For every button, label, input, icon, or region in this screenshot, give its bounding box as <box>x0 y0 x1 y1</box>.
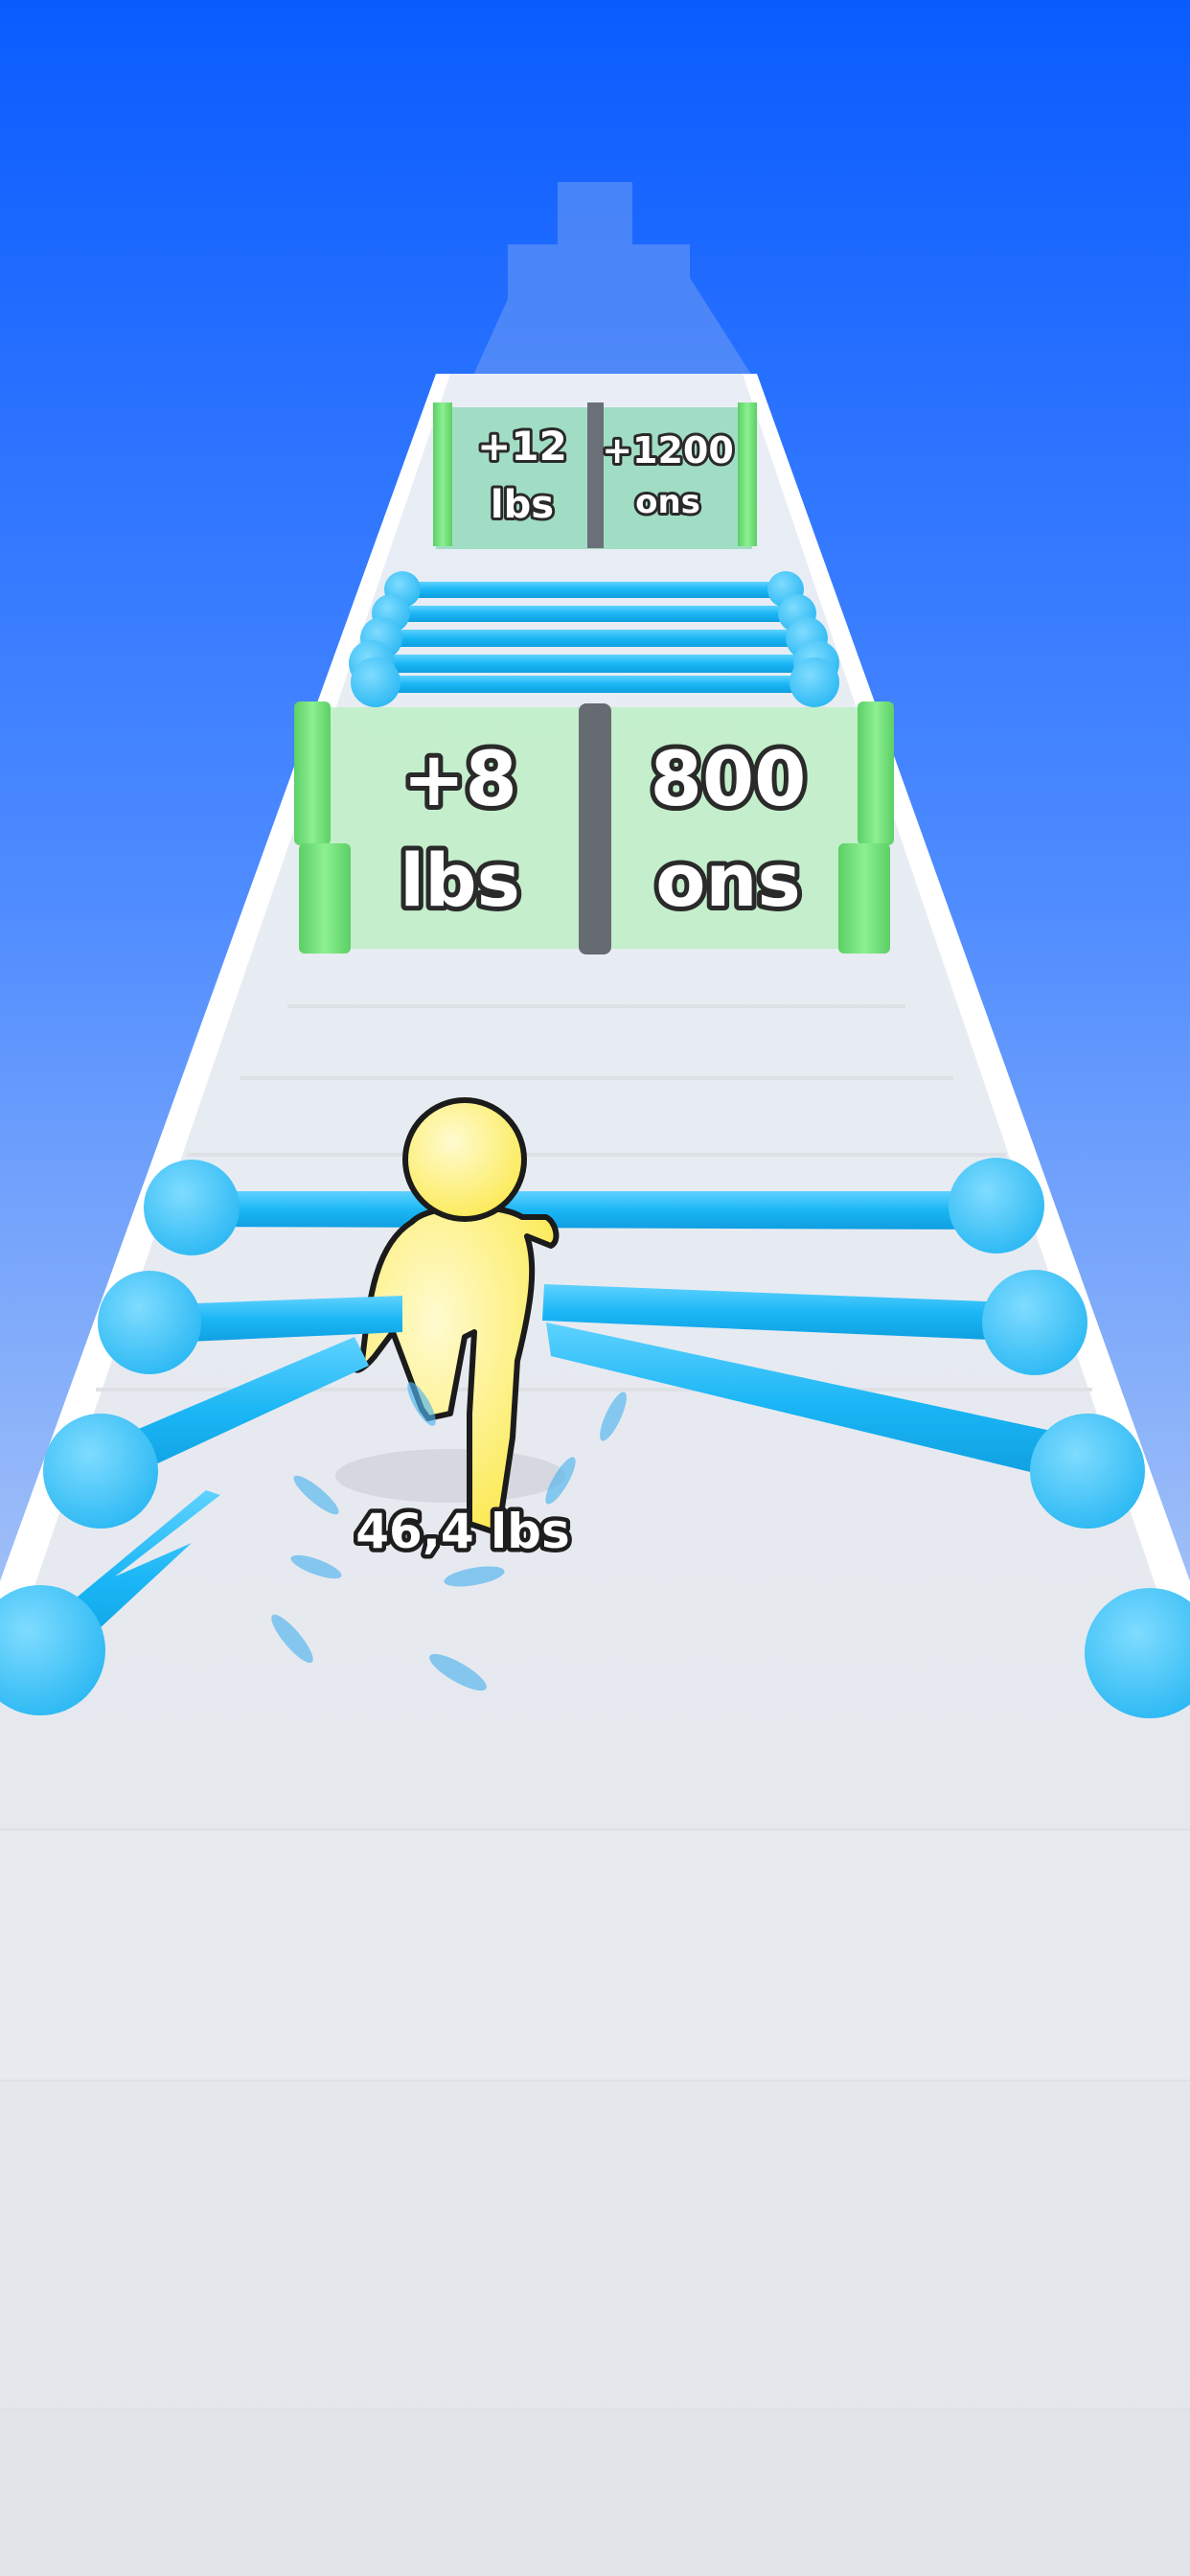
gate-post <box>294 702 331 845</box>
bar-knob <box>351 657 400 707</box>
bar-knob <box>1030 1414 1145 1529</box>
bar-knob <box>982 1270 1087 1375</box>
player-head <box>402 1097 527 1222</box>
gate-post <box>738 402 757 546</box>
gate-far-right-line2: ons <box>635 483 700 521</box>
player-weight-label: 46,4 lbs <box>355 1504 569 1559</box>
gate-near-left-line1: +8 <box>402 737 517 823</box>
gate-post <box>858 702 894 845</box>
gate-near-right-line1: 800 <box>651 737 807 823</box>
track-band <box>0 2410 1190 2576</box>
gate-near: +8 lbs 800 ons <box>294 702 894 954</box>
bar-knob <box>949 1158 1044 1254</box>
track-band <box>0 1830 1190 2080</box>
obstacle-bars-far <box>349 571 839 707</box>
gate-divider <box>579 703 611 954</box>
player-shadow <box>335 1449 565 1503</box>
bar-knob <box>43 1414 158 1529</box>
gate-divider <box>587 402 604 548</box>
gate-post-base <box>838 843 890 954</box>
gate-near-left-line2: lbs <box>400 838 520 923</box>
gate-far-left-line2: lbs <box>491 483 554 527</box>
bar-knob <box>790 657 839 707</box>
bar-knob <box>144 1160 240 1255</box>
gate-near-right-line2: ons <box>655 838 801 923</box>
bar-knob <box>98 1271 201 1374</box>
game-scene: +12 lbs +1200 ons +8 lbs 800 ons 46,4 lb… <box>0 0 1190 2576</box>
gate-far-left-line1: +12 <box>477 423 567 470</box>
gate-far-right-line1: +1200 <box>602 429 734 472</box>
gate-far: +12 lbs +1200 ons <box>433 402 757 549</box>
gate-post <box>433 402 452 546</box>
gate-post-base <box>299 843 351 954</box>
